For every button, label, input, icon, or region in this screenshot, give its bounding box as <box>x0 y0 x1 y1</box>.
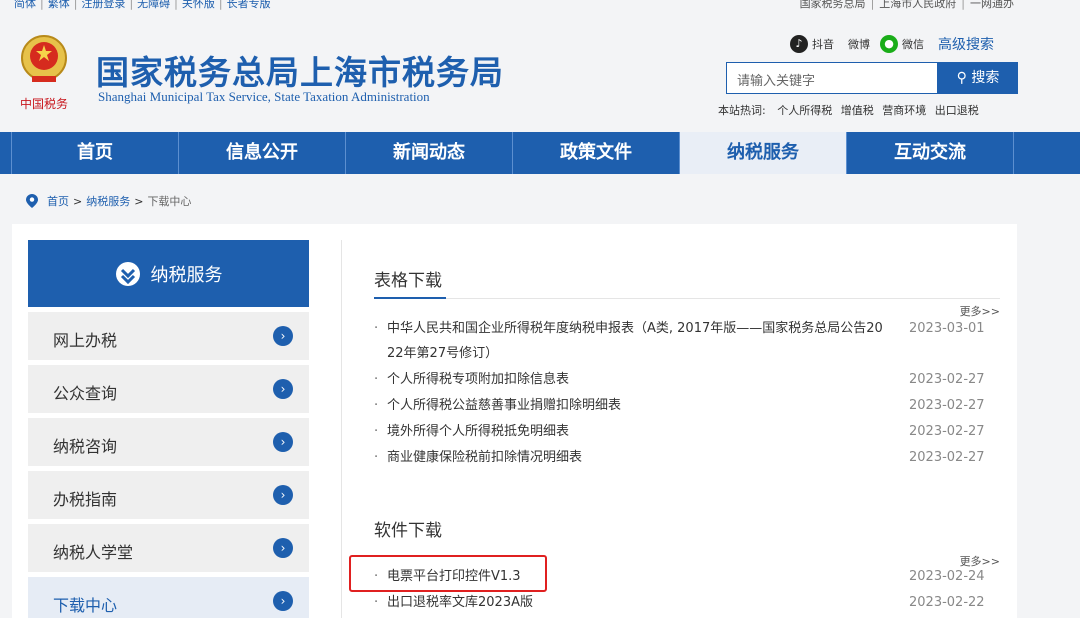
douyin-label[interactable]: 抖音 <box>812 36 834 52</box>
chevron-right-icon: › <box>273 538 293 558</box>
highlight-annotation-box <box>349 555 547 592</box>
link-care-version[interactable]: 关怀版 <box>182 0 215 10</box>
logo-text: 中国税务 <box>20 96 68 111</box>
section-title: 软件下载 <box>374 521 442 541</box>
nav-home[interactable]: 首页 <box>12 132 179 174</box>
sidebar-item-online-tax[interactable]: 网上办税 › <box>28 312 309 360</box>
wechat-label[interactable]: 微信 <box>902 36 924 52</box>
nav-policy[interactable]: 政策文件 <box>513 132 680 174</box>
hot-words: 本站热词: 个人所得税 增值税 营商环境 出口退税 <box>718 102 984 118</box>
list-item[interactable]: · 中华人民共和国企业所得税年度纳税申报表（A类, 2017年版——国家税务总局… <box>374 316 1000 366</box>
site-header: 中国税务 国家税务总局上海市税务局 Shanghai Municipal Tax… <box>0 12 1080 132</box>
forms-download-section: 表格下载 更多>> · 中华人民共和国企业所得税年度纳税申报表（A类, 2017… <box>374 266 1000 476</box>
hotword-item[interactable]: 营商环境 <box>882 104 926 117</box>
list-item[interactable]: · 商业健康保险税前扣除情况明细表 2023-02-27 <box>374 445 1000 470</box>
breadcrumb-current: 下载中心 <box>147 195 192 208</box>
hotword-item[interactable]: 增值税 <box>841 104 874 117</box>
douyin-icon[interactable]: ♪ <box>790 35 808 53</box>
search-button-label: 搜索 <box>971 70 1000 86</box>
sidebar: 纳税服务 网上办税 › 公众查询 › 纳税咨询 › 办税指南 › 纳税人学堂 ›… <box>28 240 309 618</box>
wechat-icon[interactable]: ● <box>880 35 898 53</box>
hotwords-label: 本站热词: <box>718 104 766 117</box>
item-date: 2023-02-27 <box>909 372 985 387</box>
list-item[interactable]: · 个人所得税公益慈善事业捐赠扣除明细表 2023-02-27 <box>374 393 1000 418</box>
link-elder-version[interactable]: 长者专版 <box>227 0 271 10</box>
sidebar-item-tax-guide[interactable]: 办税指南 › <box>28 471 309 519</box>
breadcrumb: 首页 > 纳税服务 > 下载中心 <box>26 193 191 209</box>
sidebar-item-label: 公众查询 <box>53 384 118 403</box>
sidebar-item-label: 下载中心 <box>53 596 118 615</box>
link-traditional[interactable]: 繁体 <box>48 0 70 10</box>
item-date: 2023-03-01 <box>909 321 985 336</box>
sidebar-item-label: 纳税咨询 <box>53 437 118 456</box>
weibo-label[interactable]: 微博 <box>848 36 870 52</box>
item-title: 个人所得税公益慈善事业捐赠扣除明细表 <box>387 398 622 413</box>
location-pin-icon <box>26 194 38 208</box>
nav-tax-service[interactable]: 纳税服务 <box>680 132 847 174</box>
sidebar-header-label: 纳税服务 <box>150 264 223 286</box>
sidebar-item-public-query[interactable]: 公众查询 › <box>28 365 309 413</box>
social-links: ♪ 抖音 微博 ● 微信 高级搜索 <box>790 34 994 54</box>
sidebar-item-tax-consult[interactable]: 纳税咨询 › <box>28 418 309 466</box>
nav-info-disclosure[interactable]: 信息公开 <box>179 132 346 174</box>
top-right-links: 国家税务总局 | 上海市人民政府 | 一网通办 <box>800 0 1014 10</box>
nav-interaction[interactable]: 互动交流 <box>847 132 1014 174</box>
search-input[interactable]: 请输入关键字 <box>726 62 938 94</box>
site-subtitle: Shanghai Municipal Tax Service, State Ta… <box>98 89 430 104</box>
top-bar: 简体 | 繁体 | 注册登录 | 无障碍 | 关怀版 | 长者专版 国家税务总局 | 上海市人民政府 | 一… <box>0 0 1080 12</box>
chevron-right-icon: › <box>273 326 293 346</box>
item-title-line1: 中华人民共和国企业所得税年度纳税申报表（A类, 2017年版——国家税务总局公告… <box>387 321 883 336</box>
chevron-right-icon: › <box>273 591 293 611</box>
breadcrumb-home[interactable]: 首页 <box>47 193 69 209</box>
item-title: 出口退税率文库2023A版 <box>387 595 533 610</box>
item-title: 个人所得税专项附加扣除信息表 <box>387 372 570 387</box>
divider <box>341 240 342 618</box>
sidebar-item-taxpayer-school[interactable]: 纳税人学堂 › <box>28 524 309 572</box>
nav-news[interactable]: 新闻动态 <box>346 132 513 174</box>
item-title: 境外所得个人所得税抵免明细表 <box>387 424 570 439</box>
item-date: 2023-02-27 <box>909 450 985 465</box>
chevron-right-icon: › <box>273 485 293 505</box>
chevron-right-icon: › <box>273 432 293 452</box>
section-title: 表格下载 <box>374 271 442 291</box>
link-one-network[interactable]: 一网通办 <box>970 0 1014 10</box>
item-date: 2023-02-24 <box>909 569 985 584</box>
list-item[interactable]: · 境外所得个人所得税抵免明细表 2023-02-27 <box>374 419 1000 444</box>
tax-emblem-logo[interactable]: 中国税务 <box>18 32 70 114</box>
top-left-links: 简体 | 繁体 | 注册登录 | 无障碍 | 关怀版 | 长者专版 <box>14 0 271 10</box>
link-sat[interactable]: 国家税务总局 <box>800 0 866 10</box>
chevron-right-icon: › <box>273 379 293 399</box>
content-panel: 纳税服务 网上办税 › 公众查询 › 纳税咨询 › 办税指南 › 纳税人学堂 ›… <box>12 224 1017 618</box>
item-title: 商业健康保险税前扣除情况明细表 <box>387 450 583 465</box>
tax-service-icon <box>115 261 140 286</box>
link-sh-gov[interactable]: 上海市人民政府 <box>879 0 956 10</box>
list-item[interactable]: · 个人所得税专项附加扣除信息表 2023-02-27 <box>374 367 1000 392</box>
link-accessibility[interactable]: 无障碍 <box>137 0 170 10</box>
main-nav: 首页 信息公开 新闻动态 政策文件 纳税服务 互动交流 <box>0 132 1080 174</box>
hotword-item[interactable]: 个人所得税 <box>777 104 832 117</box>
search-button[interactable]: ⚲ 搜索 <box>938 62 1018 94</box>
hotword-item[interactable]: 出口退税 <box>935 104 979 117</box>
sidebar-item-label: 纳税人学堂 <box>53 543 134 562</box>
site-title[interactable]: 国家税务总局上海市税务局 <box>96 46 504 94</box>
link-simplified[interactable]: 简体 <box>14 0 36 10</box>
advanced-search-link[interactable]: 高级搜索 <box>938 34 994 54</box>
sidebar-item-label: 网上办税 <box>53 331 118 350</box>
sidebar-item-download-center[interactable]: 下载中心 › <box>28 577 309 618</box>
link-register-login[interactable]: 注册登录 <box>81 0 125 10</box>
item-date: 2023-02-27 <box>909 424 985 439</box>
sidebar-header: 纳税服务 <box>28 240 309 307</box>
list-item[interactable]: · 出口退税率文库2023A版 2023-02-22 <box>374 590 1000 615</box>
item-date: 2023-02-27 <box>909 398 985 413</box>
breadcrumb-tax-service[interactable]: 纳税服务 <box>86 193 130 209</box>
search-icon: ⚲ <box>956 70 967 86</box>
item-date: 2023-02-22 <box>909 595 985 610</box>
item-title-line2: 22年第27号修订） <box>387 346 499 361</box>
sidebar-item-label: 办税指南 <box>53 490 118 509</box>
